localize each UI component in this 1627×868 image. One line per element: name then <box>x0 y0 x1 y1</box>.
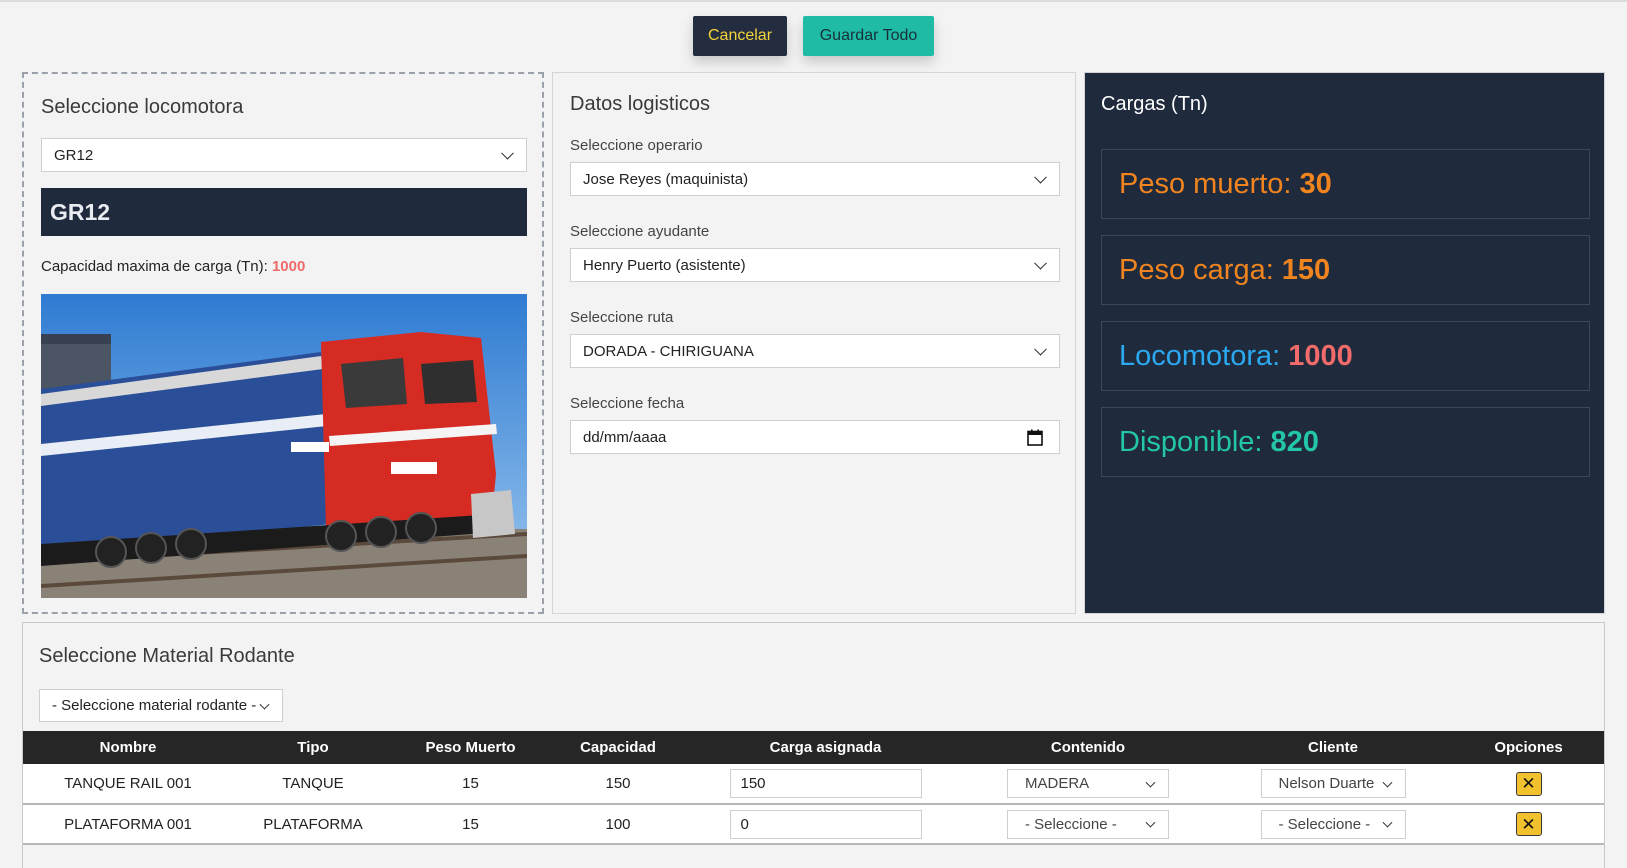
rolling-stock-select[interactable]: - Seleccione material rodante - <box>39 689 283 722</box>
chevron-down-icon <box>1034 170 1047 184</box>
locomotive-panel-title: Seleccione locomotora <box>41 96 244 118</box>
capacity-value: 1000 <box>271 258 306 275</box>
capacity-label: Capacidad maxima de carga (Tn): <box>41 258 268 275</box>
ruta-select-value: DORADA - CHIRIGUANA <box>583 342 754 360</box>
load-value: 820 <box>1270 425 1319 458</box>
rolling-stock-panel-title: Seleccione Material Rodante <box>39 645 295 667</box>
close-x-icon: ✕ <box>1521 774 1536 793</box>
column-header: Capacidad <box>580 739 656 756</box>
column-header: Contenido <box>1050 739 1126 756</box>
cell-opciones: ✕ <box>1453 804 1604 844</box>
fecha-input-placeholder: dd/mm/aaaa <box>583 428 667 446</box>
loads-panel: Cargas (Tn) Peso muerto: 30 Peso carga: … <box>1084 72 1605 614</box>
loads-panel-title: Cargas (Tn) <box>1101 93 1208 115</box>
load-box-peso-carga: Peso carga: 150 <box>1101 235 1590 305</box>
delete-row-button[interactable]: ✕ <box>1515 771 1542 796</box>
column-header: Opciones <box>1494 739 1563 756</box>
load-box-peso-muerto: Peso muerto: 30 <box>1101 149 1590 219</box>
logistics-panel: Datos logisticos Seleccione operario Jos… <box>552 72 1076 614</box>
delete-row-button[interactable]: ✕ <box>1515 812 1542 836</box>
chevron-down-icon <box>501 146 514 160</box>
column-header: Carga asignada <box>769 739 882 756</box>
locomotive-select-value: GR12 <box>54 146 94 164</box>
cell-tipo: TANQUE <box>282 775 344 792</box>
ayudante-select-value: Henry Puerto (asistente) <box>583 256 746 274</box>
chevron-down-icon <box>1382 777 1392 788</box>
cell-cliente: - Seleccione - <box>1213 804 1453 844</box>
contenido-select[interactable]: - Seleccione - <box>1007 809 1169 839</box>
load-label: Disponible: <box>1119 425 1263 458</box>
ayudante-label: Seleccione ayudante <box>570 223 710 240</box>
close-x-icon: ✕ <box>1521 814 1536 834</box>
calendar-icon[interactable] <box>1027 429 1043 446</box>
locomotive-select[interactable]: GR12 <box>41 138 527 172</box>
chevron-down-icon <box>1145 817 1156 828</box>
cell-opciones: ✕ <box>1453 764 1604 804</box>
load-value: 150 <box>1281 253 1331 286</box>
carga-asignada-input[interactable]: 0 <box>729 809 922 839</box>
cliente-select-value: - Seleccione - <box>1278 815 1371 833</box>
cell-nombre: TANQUE RAIL 001 <box>64 775 192 792</box>
cell-peso-muerto: 15 <box>462 775 479 792</box>
cell-capacidad: 150 <box>605 775 631 792</box>
load-label: Peso carga: <box>1119 253 1274 286</box>
fecha-label: Seleccione fecha <box>570 395 685 412</box>
column-header: Peso Muerto <box>425 739 516 756</box>
column-header: Nombre <box>99 739 157 756</box>
chevron-down-icon <box>1034 342 1047 356</box>
contenido-select[interactable]: MADERA <box>1007 769 1169 798</box>
operario-label: Seleccione operario <box>570 137 703 154</box>
locomotive-image <box>41 294 527 598</box>
ayudante-select[interactable]: Henry Puerto (asistente) <box>570 248 1060 282</box>
rolling-stock-panel: Seleccione Material Rodante - Seleccione… <box>22 622 1605 868</box>
table-row: TANQUE RAIL 001 TANQUE 15 150 150 MADERA… <box>23 764 1604 804</box>
cliente-select-value: Nelson Duarte <box>1278 775 1375 792</box>
cliente-select[interactable]: - Seleccione - <box>1260 809 1406 839</box>
ruta-label: Seleccione ruta <box>570 309 674 326</box>
locomotive-banner: GR12 <box>41 188 527 236</box>
column-header: Cliente <box>1307 739 1358 756</box>
chevron-down-icon <box>1382 817 1392 828</box>
contenido-select-value: MADERA <box>1025 775 1090 792</box>
rolling-stock-select-value: - Seleccione material rodante - <box>52 697 257 714</box>
table-row: PLATAFORMA 001 PLATAFORMA 15 100 0 - Sel… <box>23 804 1604 844</box>
load-label: Peso muerto: <box>1119 167 1292 200</box>
cell-peso-muerto: 15 <box>462 815 479 833</box>
cliente-select[interactable]: Nelson Duarte <box>1260 769 1406 798</box>
load-box-disponible: Disponible: 820 <box>1101 407 1590 477</box>
cell-capacidad: 100 <box>605 815 631 833</box>
operario-select[interactable]: Jose Reyes (maquinista) <box>570 162 1060 196</box>
cell-tipo: PLATAFORMA <box>263 815 363 833</box>
cell-carga: 0 <box>688 804 963 844</box>
load-label: Locomotora: <box>1119 339 1281 372</box>
operario-select-value: Jose Reyes (maquinista) <box>583 170 749 188</box>
cell-nombre: PLATAFORMA 001 <box>64 815 192 833</box>
load-box-locomotora: Locomotora: 1000 <box>1101 321 1590 391</box>
cell-carga: 150 <box>688 764 963 804</box>
cell-contenido: - Seleccione - <box>963 804 1213 844</box>
contenido-select-value: - Seleccione - <box>1025 815 1117 833</box>
chevron-down-icon <box>259 699 270 710</box>
capacity-text: Capacidad maxima de carga (Tn): 1000 <box>41 258 305 275</box>
rolling-stock-table: Nombre Tipo Peso Muerto Capacidad Carga … <box>23 731 1604 845</box>
cell-cliente: Nelson Duarte <box>1213 764 1453 804</box>
carga-asignada-input[interactable]: 150 <box>729 769 922 798</box>
chevron-down-icon <box>1034 256 1047 270</box>
cell-contenido: MADERA <box>963 764 1213 804</box>
table-header-row: Nombre Tipo Peso Muerto Capacidad Carga … <box>23 731 1604 764</box>
logistics-panel-title: Datos logisticos <box>570 93 711 115</box>
load-value: 1000 <box>1288 339 1353 372</box>
top-border <box>0 0 1627 2</box>
load-value: 30 <box>1299 167 1332 200</box>
locomotive-panel: Seleccione locomotora GR12 GR12 Capacida… <box>22 72 544 614</box>
save-all-button[interactable]: Guardar Todo <box>803 16 934 56</box>
ruta-select[interactable]: DORADA - CHIRIGUANA <box>570 334 1060 368</box>
fecha-input[interactable]: dd/mm/aaaa <box>570 420 1060 454</box>
column-header: Tipo <box>297 739 329 756</box>
chevron-down-icon <box>1145 777 1156 788</box>
cancel-button[interactable]: Cancelar <box>693 16 787 56</box>
